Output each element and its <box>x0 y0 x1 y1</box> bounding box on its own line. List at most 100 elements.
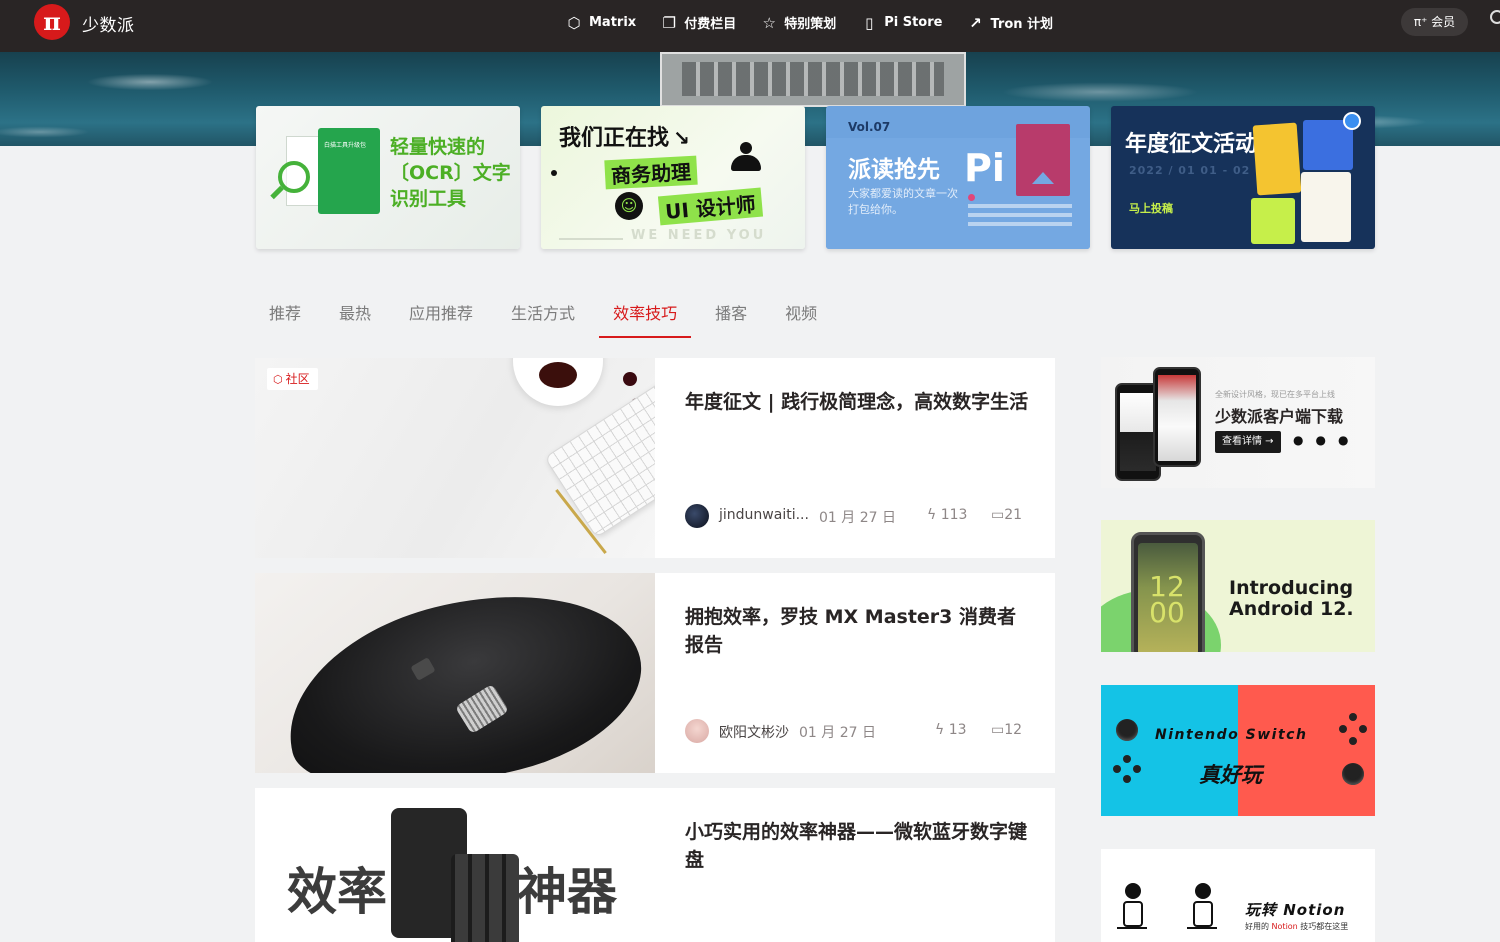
ad-subtitle: 真好玩 <box>1199 763 1262 787</box>
comment-count-value: 12 <box>1004 722 1023 738</box>
banner-title-line: 轻量快速的 <box>390 136 486 158</box>
author-avatar[interactable] <box>685 719 709 743</box>
joystick-icon <box>1342 763 1364 785</box>
community-icon: ⬡ <box>273 373 283 386</box>
sidebar-ad-nintendo-switch[interactable]: Nintendo Switch 真好玩 <box>1101 685 1375 816</box>
person-illustration <box>1111 883 1151 942</box>
ad-title-line: Android 12. <box>1229 598 1354 620</box>
main-nav: ⬡ Matrix ❐ 付费栏目 ☆ 特别策划 ▯ Pi Store ↗ Tron 计划 <box>565 13 1077 33</box>
dpad-icon <box>1123 775 1131 783</box>
submit-cta: 马上投稿 <box>1129 202 1173 215</box>
arrow-down-right-icon: ↘ <box>673 126 690 150</box>
person-illustration <box>1181 883 1221 942</box>
typewriter-image <box>660 52 966 107</box>
article-thumbnail[interactable]: 效率 神器 <box>255 788 655 942</box>
banner-subtitle: 大家都爱读的文章一次打包给你。 <box>848 187 958 216</box>
nav-label: Tron 计划 <box>990 17 1054 32</box>
thumbnail-text-right: 神器 <box>517 863 617 921</box>
banner-ocr-tool[interactable]: 白描工具升级包 轻量快速的 〔OCR〕文字 识别工具 <box>256 106 520 249</box>
platform-icons: ●●● <box>1293 433 1360 447</box>
dpad-icon <box>1113 765 1121 773</box>
author-avatar[interactable] <box>685 504 709 528</box>
job-tag-ui-designer: UI 设计师 <box>657 187 763 226</box>
tab-hottest[interactable]: 最热 <box>325 300 385 338</box>
author-name[interactable]: jindunwaiti... <box>719 507 809 523</box>
nav-label: Pi Store <box>884 15 943 30</box>
category-tabs: 推荐 最热 应用推荐 生活方式 效率技巧 播客 视频 <box>255 300 841 338</box>
article-title[interactable]: 小巧实用的效率神器——微软蓝牙数字键盘 <box>685 818 1030 874</box>
banner-title: 年度征文活动 <box>1125 132 1258 157</box>
comment-icon: ▭ <box>991 722 1005 738</box>
comment-count[interactable]: ▭12 <box>991 722 1022 738</box>
tab-app-recommend[interactable]: 应用推荐 <box>395 300 487 338</box>
sidebar-ad-notion[interactable]: 玩转 Notion 好用的 Notion 技巧都在这里 <box>1101 849 1375 942</box>
decor-dot <box>551 170 557 176</box>
tab-video[interactable]: 视频 <box>771 300 831 338</box>
article-card[interactable]: 拥抱效率，罗技 MX Master3 消费者报告 欧阳文彬沙 01 月 27 日… <box>255 573 1055 773</box>
badge-label: 社区 <box>285 372 310 386</box>
event-dates: 2022 / 01 01 - 02 28 <box>1129 164 1273 177</box>
community-badge[interactable]: ⬡ 社区 <box>267 368 318 390</box>
comment-count[interactable]: ▭21 <box>991 507 1022 523</box>
view-details-button[interactable]: 查看详情 → <box>1215 431 1281 453</box>
nav-paid-column[interactable]: ❐ 付费栏目 <box>660 13 736 33</box>
like-count-value: 13 <box>948 722 967 738</box>
bookmark-icon <box>1016 124 1070 196</box>
nav-tron[interactable]: ↗ Tron 计划 <box>966 13 1054 33</box>
article-title[interactable]: 年度征文 | 践行极简理念，高效数字生活 <box>685 388 1030 416</box>
banner-title-text: 我们正在找 <box>559 126 670 151</box>
nav-matrix[interactable]: ⬡ Matrix <box>565 13 636 32</box>
nav-pi-store[interactable]: ▯ Pi Store <box>860 13 942 32</box>
job-tag-business-assistant: 商务助理 <box>604 155 698 190</box>
article-card[interactable]: ⬡ 社区 年度征文 | 践行极简理念，高效数字生活 jindunwaiti... … <box>255 358 1055 558</box>
button-icon <box>1349 737 1357 745</box>
tab-podcast[interactable]: 播客 <box>701 300 761 338</box>
collage-card <box>1252 122 1302 196</box>
person-icon <box>729 142 763 172</box>
like-count-value: 113 <box>940 507 968 523</box>
article-meta: 欧阳文彬沙 01 月 27 日 ϟ 13 ▭12 <box>685 719 1030 743</box>
paid-column-icon: ❐ <box>662 13 676 32</box>
numpad-image <box>451 854 519 942</box>
search-icon[interactable] <box>1490 10 1500 24</box>
article-thumbnail[interactable]: ⬡ 社区 <box>255 358 655 558</box>
like-count[interactable]: ϟ 113 <box>927 507 967 523</box>
ad-title-line: Introducing <box>1229 577 1354 599</box>
lightning-icon: ϟ <box>927 507 941 523</box>
sidebar-ad-app-download[interactable]: 全新设计风格，现已在多平台上线 少数派客户端下载 查看详情 → ●●● <box>1101 357 1375 488</box>
ad-caption: 全新设计风格，现已在多平台上线 <box>1215 390 1335 399</box>
member-button[interactable]: π⁺ 会员 <box>1401 8 1468 36</box>
tab-recommend[interactable]: 推荐 <box>255 300 315 338</box>
banner-title: 派读抢先 <box>848 157 940 183</box>
site-brand-name[interactable]: 少数派 <box>82 11 135 36</box>
tab-lifestyle[interactable]: 生活方式 <box>497 300 589 338</box>
button-icon <box>1349 713 1357 721</box>
publish-date: 01 月 27 日 <box>819 510 896 526</box>
matrix-icon: ⬡ <box>567 13 581 32</box>
nav-special[interactable]: ☆ 特别策划 <box>760 13 836 33</box>
tab-efficiency[interactable]: 效率技巧 <box>599 300 692 338</box>
app-box-label: 白描工具升级包 <box>324 142 367 149</box>
star-icon: ☆ <box>762 13 776 32</box>
ad-title: 少数派客户端下载 <box>1215 407 1344 426</box>
like-count[interactable]: ϟ 13 <box>935 722 967 738</box>
top-navbar: π 少数派 ⬡ Matrix ❐ 付费栏目 ☆ 特别策划 ▯ Pi Store ↗ Tro… <box>0 0 1500 52</box>
lightning-icon: ϟ <box>935 722 949 738</box>
cherry-image <box>623 372 637 386</box>
banner-pi-reading[interactable]: Vol.07 派读抢先 大家都爱读的文章一次打包给你。 Pi <box>826 106 1090 249</box>
magnifier-handle <box>270 185 284 200</box>
site-logo[interactable]: π <box>34 4 70 40</box>
article-thumbnail[interactable] <box>255 573 655 773</box>
nav-label: Matrix <box>589 15 637 30</box>
dpad-icon <box>1133 765 1141 773</box>
banner-hiring[interactable]: 我们正在找 ↘ 商务助理 ☺ UI 设计师 WE NEED YOU <box>541 106 805 249</box>
banner-annual-essay[interactable]: 年度征文活动 2022 / 01 01 - 02 28 马上投稿 <box>1111 106 1375 249</box>
article-title[interactable]: 拥抱效率，罗技 MX Master3 消费者报告 <box>685 603 1030 659</box>
decor-line <box>559 238 623 240</box>
author-name[interactable]: 欧阳文彬沙 <box>719 722 789 742</box>
article-card[interactable]: 效率 神器 小巧实用的效率神器——微软蓝牙数字键盘 <box>255 788 1055 942</box>
text-lines-illustration <box>968 204 1072 226</box>
sidebar-ad-android-12[interactable]: 12 00 Introducing Android 12. <box>1101 520 1375 652</box>
ad-title: 玩转 Notion <box>1245 901 1346 919</box>
banner-footer-text: WE NEED YOU <box>631 228 767 243</box>
